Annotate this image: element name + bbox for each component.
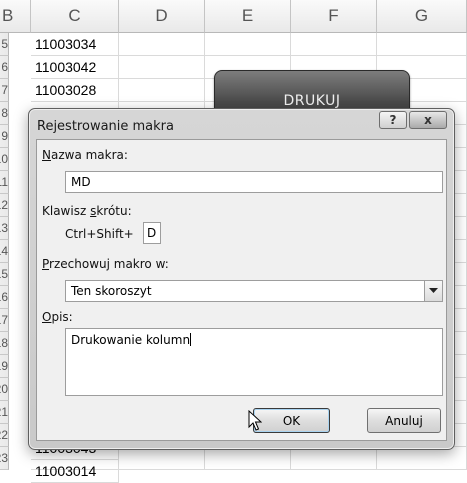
row-header[interactable]: 16 [0,286,9,309]
grid-cell[interactable] [119,56,205,79]
column-header-c[interactable]: C [31,0,119,33]
dialog-body: Nazwa makra: MD Klawisz skrótu: Ctrl+Shi… [36,139,447,441]
column-header-label: E [241,6,254,25]
shortcut-prefix: Ctrl+Shift+ [65,227,134,241]
column-header-label: G [414,6,429,25]
row-header[interactable]: 7 [0,79,9,102]
help-icon: ? [389,113,397,127]
chevron-down-icon[interactable] [424,281,442,301]
help-button[interactable]: ? [379,111,407,129]
grid-cell[interactable] [205,447,291,470]
grid-cell[interactable] [119,33,205,56]
grid-cell[interactable] [291,447,377,470]
cancel-button[interactable]: Anuluj [367,408,441,433]
row-header[interactable]: 18 [0,332,9,355]
dialog-title: Rejestrowanie makra [37,119,174,134]
ok-button[interactable]: OK [253,408,330,433]
row-header[interactable]: 8 [0,102,9,125]
row-header[interactable]: 11 [0,171,9,194]
row-header[interactable]: 10 [0,148,9,171]
macro-name-input[interactable]: MD [65,171,443,193]
shortcut-label: Klawisz skrótu: [42,204,132,218]
grid-cell[interactable] [119,79,205,102]
macro-name-label: Nazwa makra: [42,148,128,162]
mouse-pointer-icon [248,410,262,431]
description-label: Opis: [42,310,73,324]
cell-c-3[interactable]: 11003028 [31,79,119,102]
cell-c-1[interactable]: 11003034 [31,33,119,56]
description-textarea[interactable]: Drukowanie kolumn [65,328,443,396]
column-header-f[interactable]: F [291,0,377,33]
column-header-label: C [68,6,81,25]
row-header[interactable]: 22 [0,424,9,447]
grid-cell[interactable] [377,33,467,56]
row-header[interactable]: 15 [0,263,9,286]
grid-cell[interactable] [205,33,291,56]
record-macro-dialog: Rejestrowanie makra ? x Nazwa makra: MD … [28,108,455,450]
store-in-selected: Ten skoroszyt [71,284,152,298]
row-header[interactable]: 13 [0,217,9,240]
column-header-label: B [2,6,14,25]
row-header[interactable]: 14 [0,240,9,263]
grid-cell[interactable] [377,447,467,470]
grid-cell[interactable] [119,447,205,470]
column-header-e[interactable]: E [205,0,291,33]
row-header[interactable]: 6 [0,56,9,79]
column-header-g[interactable]: G [377,0,467,33]
description-text: Drukowanie kolumn [71,333,191,347]
store-in-label: Przechowuj makro w: [42,257,169,271]
row-header[interactable]: 23 [0,447,9,470]
column-header-d[interactable]: D [119,0,205,33]
store-in-select[interactable]: Ten skoroszyt [65,280,443,302]
row-header[interactable]: 5 [0,33,9,56]
column-header-label: F [328,6,339,25]
text-cursor [190,333,192,346]
cell-c-2[interactable]: 11003042 [31,56,119,79]
row-header[interactable]: 20 [0,378,9,401]
column-header-b[interactable]: B [0,0,31,33]
row-header[interactable]: 9 [0,125,9,148]
row-header[interactable]: 12 [0,194,9,217]
row-header[interactable]: 19 [0,355,9,378]
column-header-label: D [155,6,168,25]
row-header[interactable]: 21 [0,401,9,424]
grid-cell[interactable] [291,33,377,56]
shortcut-key-input[interactable]: D [143,222,161,244]
row-header[interactable]: 17 [0,309,9,332]
close-button[interactable]: x [409,111,447,129]
close-icon: x [424,113,432,127]
